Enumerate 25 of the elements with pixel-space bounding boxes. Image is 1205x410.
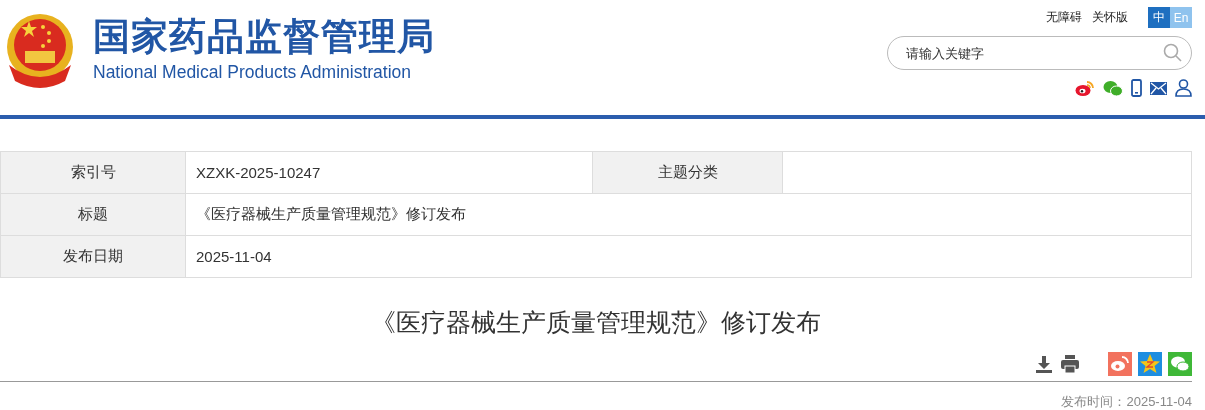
print-icon[interactable]: [1060, 354, 1080, 374]
field-label: 主题分类: [657, 163, 718, 182]
publish-label: 发布时间：: [1061, 394, 1127, 409]
article-title: 《医疗器械生产质量管理规范》修订发布: [370, 307, 822, 338]
field-value: 2025-11-04: [196, 248, 272, 265]
search-field[interactable]: 请输入关键字: [887, 36, 1192, 70]
language-tab[interactable]: 中: [1148, 7, 1170, 28]
publish-date: 2025-11-04: [1126, 394, 1192, 409]
weibo-share-icon[interactable]: [1108, 352, 1132, 376]
header-link[interactable]: 关怀版: [1092, 9, 1128, 26]
field-label: 索引号: [70, 163, 116, 182]
field-label: 发布日期: [63, 247, 123, 266]
field-value: 《医疗器械生产质量管理规范》修订发布: [196, 205, 466, 224]
header-link[interactable]: 无障碍: [1046, 9, 1082, 26]
wechat-share-icon[interactable]: [1168, 352, 1192, 376]
mail-icon[interactable]: [1150, 81, 1167, 95]
download-icon[interactable]: [1034, 354, 1054, 374]
wechat-icon[interactable]: [1103, 79, 1123, 97]
user-icon[interactable]: [1175, 79, 1192, 97]
field-label: 标题: [78, 205, 108, 224]
weibo-icon[interactable]: [1075, 79, 1095, 97]
site-subtitle: National Medical Products Administration: [93, 61, 413, 83]
site-title: 国家药品监督管理局: [93, 17, 435, 58]
phone-icon[interactable]: [1131, 79, 1142, 97]
field-value: XZXK-2025-10247: [196, 164, 321, 181]
